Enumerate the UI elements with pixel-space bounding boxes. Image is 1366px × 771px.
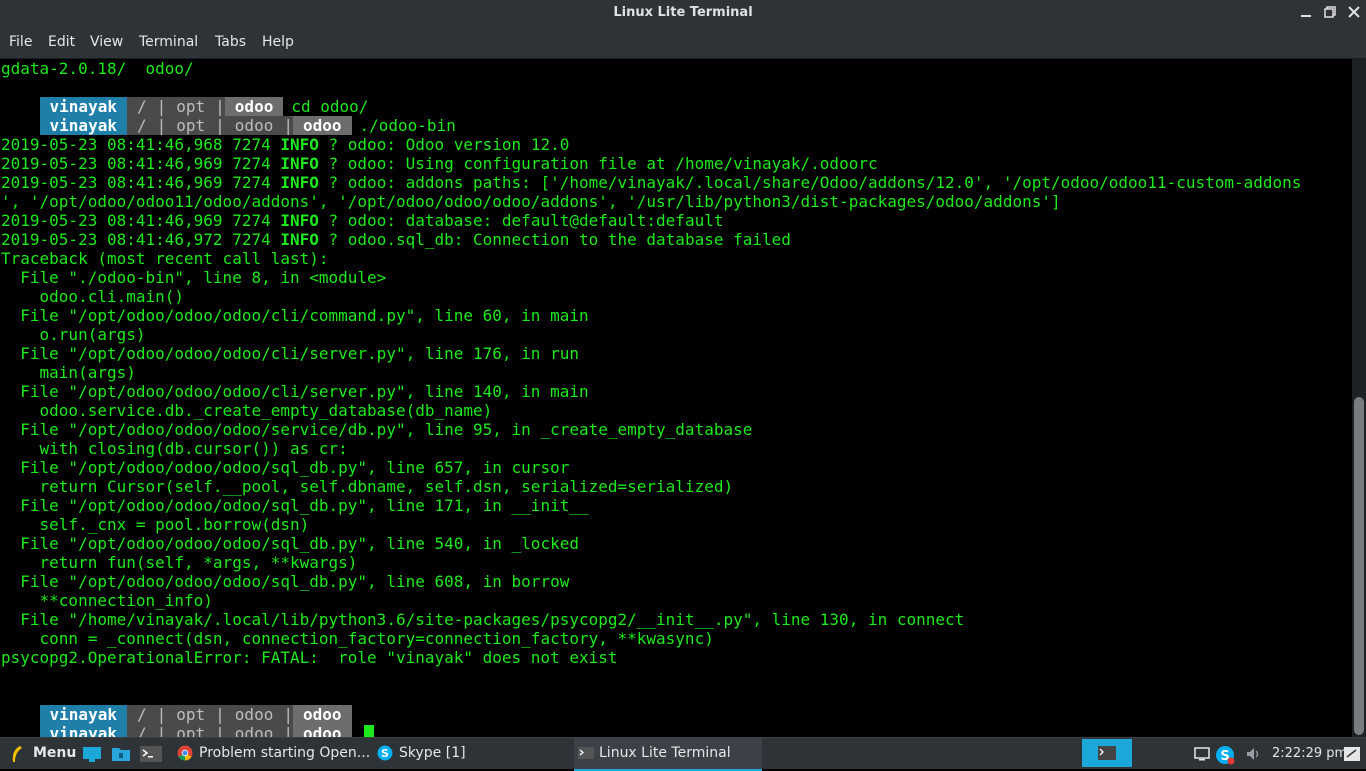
log-message: ? odoo: Using configuration file at /hom… [318,154,878,173]
log-message: ? odoo: database: default@default:defaul… [318,211,724,230]
traceback-line: File "/opt/odoo/odoo/odoo/sql_db.py", li… [1,496,589,515]
log-timestamp: 2019-05-23 08:41:46,972 7274 [1,230,281,249]
traceback-line: with closing(db.cursor()) as cr: [1,439,348,458]
volume-icon[interactable] [1245,745,1263,763]
traceback-line: return fun(self, *args, **kwargs) [1,553,358,572]
menu-edit[interactable]: Edit [48,32,75,52]
log-line: 2019-05-23 08:41:46,969 7274 INFO ? odoo… [1,173,1301,192]
task-terminal-active[interactable]: Linux Lite Terminal [574,738,762,771]
linux-lite-feather-icon[interactable] [8,745,26,763]
log-message: ? odoo.sql_db: Connection to the databas… [318,230,791,249]
menu-bar: File Edit View Terminal Tabs Help [0,28,1366,59]
log-message: ', '/opt/odoo/odoo11/odoo/addons', '/opt… [1,192,1061,211]
terminal-icon [578,745,596,763]
traceback-line: File "/opt/odoo/odoo/odoo/sql_db.py", li… [1,458,570,477]
traceback-line: odoo.cli.main() [1,287,185,306]
traceback-line: File "/opt/odoo/odoo/odoo/sql_db.py", li… [1,534,579,553]
menu-file[interactable]: File [9,32,32,52]
notification-icon[interactable] [1343,745,1361,763]
prompt-dir: opt [166,724,216,737]
log-line: 2019-05-23 08:41:46,969 7274 INFO ? odoo… [1,154,878,173]
prompt-command: ./odoo-bin [359,116,456,135]
workspace-switcher[interactable] [1082,739,1132,767]
task-terminal-label: Linux Lite Terminal [599,745,731,761]
traceback-line: File "/opt/odoo/odoo/odoo/sql_db.py", li… [1,572,570,591]
traceback-line: main(args) [1,363,136,382]
log-message: ? odoo: Odoo version 12.0 [318,135,570,154]
traceback-line: psycopg2.OperationalError: FATAL: role "… [1,648,618,667]
menu-terminal[interactable]: Terminal [139,32,198,52]
task-browser[interactable]: Problem starting Open... [199,738,370,769]
traceback-line: File "/opt/odoo/odoo/odoo/cli/command.py… [1,306,589,325]
prompt-current-dir: odoo [292,116,352,135]
log-timestamp: 2019-05-23 08:41:46,968 7274 [1,135,281,154]
menu-button[interactable]: Menu [33,738,76,769]
show-desktop-icon[interactable] [82,745,101,763]
svg-text:S: S [381,747,389,760]
terminal-launcher-icon[interactable] [140,745,162,763]
log-line: 2019-05-23 08:41:46,972 7274 INFO ? odoo… [1,230,791,249]
prompt-user: vinayak [39,116,127,135]
log-line: ', '/opt/odoo/odoo11/odoo/addons', '/opt… [1,192,1061,211]
prompt-root: / [126,116,157,135]
task-skype[interactable]: Skype [1] [399,738,466,769]
scrollbar-thumb[interactable] [1354,397,1364,735]
text-cursor [363,725,374,737]
traceback-line: File "/opt/odoo/odoo/odoo/cli/server.py"… [1,344,579,363]
ls-output-line: gdata-2.0.18/ odoo/ [1,59,194,78]
prompt-root: / [126,724,157,737]
menu-help[interactable]: Help [262,32,294,52]
traceback-line: File "/opt/odoo/odoo/odoo/cli/server.py"… [1,382,589,401]
log-timestamp: 2019-05-23 08:41:46,969 7274 [1,154,281,173]
log-level: INFO [280,154,319,173]
log-timestamp: 2019-05-23 08:41:46,969 7274 [1,211,281,230]
prompt-line: vinayak / | opt | odoo | odoo [1,686,352,724]
log-level: INFO [280,173,319,192]
prompt-line: vinayak / | opt | odoo | odoo ./odoo-bin [1,97,456,135]
menu-tabs[interactable]: Tabs [215,32,246,52]
menu-view[interactable]: View [90,32,123,52]
prompt-current-dir: odoo [292,724,352,737]
log-level: INFO [280,135,319,154]
traceback-line: File "/home/vinayak/.local/lib/python3.6… [1,610,965,629]
traceback-line: odoo.service.db._create_empty_database(d… [1,401,493,420]
restore-icon[interactable] [1320,4,1340,24]
display-icon[interactable] [1193,745,1211,763]
prompt-dir: opt [166,116,216,135]
log-line: 2019-05-23 08:41:46,969 7274 INFO ? odoo… [1,211,723,230]
chrome-icon [177,745,195,763]
file-manager-icon[interactable] [111,745,130,763]
traceback-line: **connection_info) [1,591,213,610]
clock[interactable]: 2:22:29 pm [1272,738,1347,769]
log-line: 2019-05-23 08:41:46,968 7274 INFO ? odoo… [1,135,569,154]
traceback-line: File "./odoo-bin", line 8, in <module> [1,268,387,287]
prompt-line: vinayak / | opt | odoo cd odoo/ [1,78,368,116]
title-bar: Linux Lite Terminal [0,0,1366,28]
traceback-line: conn = _connect(dsn, connection_factory=… [1,629,714,648]
traceback-line: o.run(args) [1,325,146,344]
log-timestamp: 2019-05-23 08:41:46,969 7274 [1,173,281,192]
log-message: ? odoo: addons paths: ['/home/vinayak/.l… [318,173,1302,192]
terminal-mini-icon [1098,746,1116,760]
terminal-output[interactable]: gdata-2.0.18/ odoo/ vinayak / | opt | odoo cd … [0,59,1352,737]
prompt-dir: odoo [224,724,284,737]
prompt-dir: odoo [224,116,284,135]
minimize-icon[interactable] [1296,4,1316,24]
skype-icon: S [377,745,395,763]
log-level: INFO [280,230,319,249]
traceback-line: File "/opt/odoo/odoo/odoo/service/db.py"… [1,420,753,439]
skype-tray-icon[interactable]: S [1215,745,1235,765]
taskbar: Menu Problem starting Open... S Skype [1… [0,737,1366,771]
window-title: Linux Lite Terminal [613,5,753,20]
close-icon[interactable] [1344,4,1364,24]
scrollbar[interactable] [1352,59,1366,737]
traceback-line: self._cnx = pool.borrow(dsn) [1,515,310,534]
prompt-user: vinayak [39,724,127,737]
traceback-line: Traceback (most recent call last): [1,249,329,268]
traceback-line: return Cursor(self.__pool, self.dbname, … [1,477,734,496]
prompt-line: vinayak / | opt | odoo | odoo [1,705,374,737]
log-level: INFO [280,211,319,230]
